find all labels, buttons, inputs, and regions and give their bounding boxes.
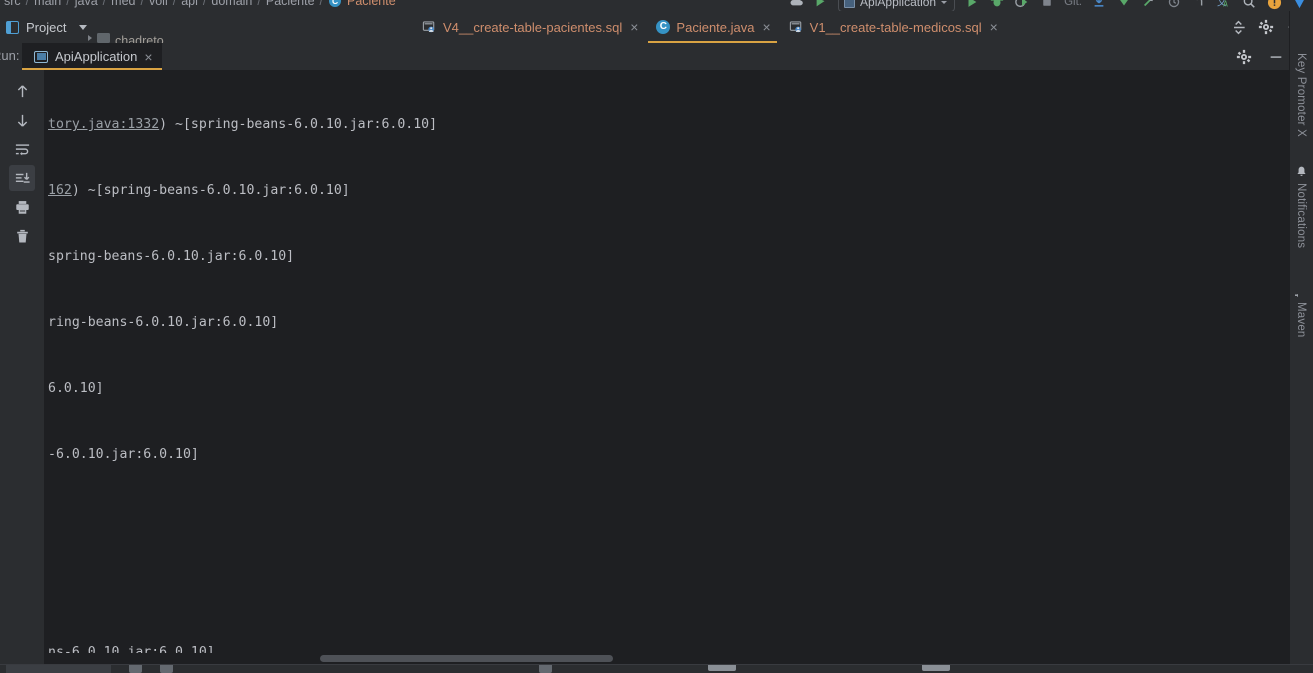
run-tool-window-label: Run: [0,48,20,63]
editor-tab-label: V4__create-table-pacientes.sql [443,19,623,35]
project-tool-window-button[interactable]: Project [0,14,95,40]
stripe-label: Notifications [1295,183,1307,249]
print-icon[interactable] [9,194,35,220]
console-line: spring-beans-6.0.10.jar:6.0.10] [44,246,1300,268]
breadcrumb-segment-domain[interactable]: domain [211,0,252,8]
gear-icon[interactable] [1256,17,1276,37]
console-gutter-toolbar [0,70,44,670]
gear-icon[interactable] [1234,47,1254,67]
console-line: ring-beans-6.0.10.jar:6.0.10] [44,312,1300,334]
run-tab-label: ApiApplication [55,49,138,64]
soft-wrap-icon[interactable] [9,136,35,162]
ide-window: src / main / java / med / voll / api / d… [0,0,1313,673]
console-line: 6.0.10] [44,378,1300,400]
console-line-text: ) ~[spring-beans-6.0.10.jar:6.0.10] [159,117,438,132]
breadcrumb-separator: / [25,0,30,8]
run-console-output[interactable]: tory.java:1332) ~[spring-beans-6.0.10.ja… [44,70,1300,653]
editor-tab-paciente-java[interactable]: C Paciente.java × [646,11,779,43]
console-line-text: ns-6.0.10.jar:6.0.10] [48,645,215,653]
up-arrow-icon[interactable] [9,78,35,104]
console-horizontal-scrollbar-track[interactable] [44,653,1300,664]
editor-tab-label: V1__create-table-medicos.sql [809,19,982,35]
stripe-label: Key Promoter X [1295,53,1307,137]
close-icon[interactable]: × [144,49,152,65]
editor-tab-bar: V4__create-table-pacientes.sql × C Pacie… [412,11,1234,43]
console-line-text: ) ~[spring-beans-6.0.10.jar:6.0.10] [71,183,350,198]
breadcrumb-segment-voll[interactable]: voll [149,0,168,8]
breadcrumb-separator: / [140,0,144,8]
breadcrumb-separator: / [172,0,177,8]
editor-tab-v1-create-table-medicos[interactable]: V1__create-table-medicos.sql × [779,11,1006,43]
bell-icon [1295,165,1308,178]
breadcrumb-separator: / [319,0,324,8]
status-bar-indicator[interactable] [922,665,950,671]
status-bar [0,664,1313,673]
breadcrumb-current-class[interactable]: Paciente [347,0,396,8]
breadcrumb-strip: src / main / java / med / voll / api / d… [0,0,1313,11]
project-label: Project [26,19,67,35]
breadcrumb-separator: / [202,0,207,8]
breadcrumb-separator: / [102,0,107,8]
breadcrumb-segment-src[interactable]: src [4,0,21,8]
console-line-text: spring-beans-6.0.10.jar:6.0.10] [48,249,295,264]
right-tool-stripe: Key Promoter X Notifications m Maven [1289,11,1313,673]
sql-file-icon [422,20,437,35]
breadcrumb-segment-main[interactable]: main [34,0,61,8]
breadcrumb-separator: / [66,0,70,8]
java-class-icon: C [656,20,671,34]
chevron-right-icon [88,35,92,41]
run-tab-apiapplication[interactable]: ApiApplication × [22,43,162,70]
stripe-label: Maven [1295,302,1307,338]
trash-icon[interactable] [9,223,35,249]
console-line: -6.0.10.jar:6.0.10] [44,444,1300,466]
console-line: ns-6.0.10.jar:6.0.10] [44,642,1300,653]
console-line[interactable]: 162) ~[spring-beans-6.0.10.jar:6.0.10] [44,180,1300,202]
run-tool-window-tabbar: Run: ApiApplication × [0,43,1300,70]
breadcrumb-separator: / [257,0,261,8]
maven-icon: m [1290,284,1308,302]
close-icon[interactable]: × [628,20,638,34]
status-bar-icon[interactable] [129,665,142,673]
run-configuration-icon [34,50,48,63]
console-horizontal-scrollbar-thumb[interactable] [320,655,613,662]
scroll-to-end-icon[interactable] [9,165,35,191]
console-link[interactable]: 162 [48,183,72,198]
console-line-text: ring-beans-6.0.10.jar:6.0.10] [48,315,279,330]
breadcrumb-segment-java[interactable]: java [75,0,98,8]
project-panel-icon [6,20,19,34]
breadcrumb[interactable]: src / main / java / med / voll / api / d… [4,0,396,8]
down-arrow-icon[interactable] [9,107,35,133]
breadcrumb-segment-med[interactable]: med [111,0,135,8]
stripe-button-notifications[interactable]: Notifications [1290,153,1312,261]
console-line[interactable]: tory.java:1332) ~[spring-beans-6.0.10.ja… [44,114,1300,136]
status-bar-process-chip[interactable] [6,665,111,673]
svg-text:m: m [1295,294,1301,297]
console-link[interactable]: tory.java:1332 [48,117,159,132]
hide-icon[interactable] [1266,47,1286,67]
chevron-down-icon[interactable] [79,24,88,30]
stripe-button-maven[interactable]: m Maven [1290,273,1312,349]
status-bar-icon[interactable] [160,665,173,673]
console-line-text: -6.0.10.jar:6.0.10] [48,447,199,462]
console-line-text: 6.0.10] [48,381,104,396]
close-icon[interactable]: × [988,20,998,34]
java-class-icon: C [329,0,342,7]
status-bar-icon[interactable] [539,665,552,673]
breadcrumb-segment-paciente-pkg[interactable]: Paciente [266,0,315,8]
folder-icon [97,33,110,43]
editor-tab-label: Paciente.java [676,19,755,35]
editor-tab-v4-create-table-pacientes[interactable]: V4__create-table-pacientes.sql × [412,11,646,43]
status-bar-indicator[interactable] [708,665,736,671]
close-icon[interactable]: × [760,20,770,34]
stripe-button-key-promoter-x[interactable]: Key Promoter X [1290,49,1312,141]
sql-file-icon [789,20,804,35]
breadcrumb-segment-api[interactable]: api [181,0,198,8]
